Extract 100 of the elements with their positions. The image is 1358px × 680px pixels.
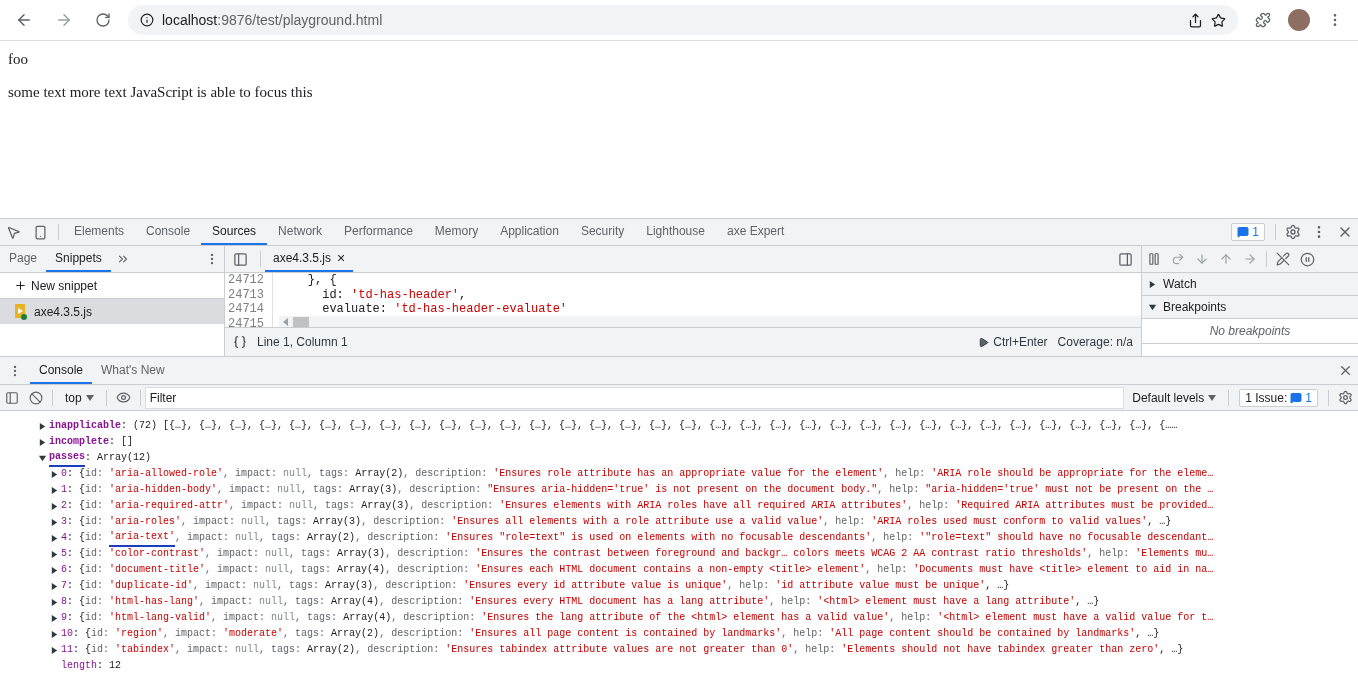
console-text: , …} <box>1159 643 1184 657</box>
string-value: 'color-contrast' <box>109 547 206 561</box>
string-value: 'Ensures every id attribute value is unique' <box>463 579 728 593</box>
bookmark-star-icon[interactable] <box>1211 12 1226 28</box>
console-text: , …} <box>1075 595 1100 609</box>
expand-triangle-icon[interactable] <box>38 437 47 447</box>
context-dropdown[interactable]: top <box>57 390 102 405</box>
expand-triangle-icon[interactable] <box>38 421 47 431</box>
expand-triangle-icon[interactable] <box>1148 302 1157 312</box>
scrollbar-thumb[interactable] <box>293 316 309 327</box>
property-key: , impact: <box>229 498 290 514</box>
console-text: : { <box>67 531 86 545</box>
array-index: 1 <box>61 483 67 497</box>
string-value: '"role=text" should have no focusable descendant… <box>919 531 1214 545</box>
string-value: "Ensures aria-hidden='true' is not present on the document body." <box>487 483 878 497</box>
property-key: , help: <box>781 626 830 642</box>
string-value: 'html-has-lang' <box>109 595 200 609</box>
string-value: 'Ensures role attribute has an appropriate value for the element' <box>493 467 884 481</box>
snippet-item[interactable]: axe4.3.5.js <box>0 299 224 324</box>
issues-badge[interactable]: 1 <box>1231 223 1265 241</box>
avatar[interactable] <box>1288 9 1310 31</box>
property-key: , tags: <box>289 562 338 578</box>
property-name: length <box>61 659 97 673</box>
console-text: : 12 <box>97 659 122 673</box>
dropdown-caret-icon <box>1208 394 1217 401</box>
dropdown-caret-icon <box>85 394 94 401</box>
console-text: Array(3) <box>337 547 386 561</box>
property-key: , tags: <box>313 498 362 514</box>
string-value: 'id attribute value must be unique' <box>775 579 986 593</box>
panel-tab[interactable]: Console <box>135 219 202 245</box>
string-value: 'aria-roles' <box>109 515 182 529</box>
property-key: id: <box>85 578 110 594</box>
play-icon <box>978 336 990 348</box>
property-key: , tags: <box>301 482 350 498</box>
string-value: 'ARIA roles used must conform to valid values' <box>871 515 1148 529</box>
property-key: id: <box>85 530 110 546</box>
console-text: : { <box>73 643 92 657</box>
string-value: 'tabindex' <box>115 643 176 657</box>
string-value: 'html-lang-valid' <box>109 611 212 625</box>
address-path: :9876/test/playground.html <box>217 12 383 28</box>
property-key: , impact: <box>175 530 236 546</box>
console-text: Array(2) <box>355 467 404 481</box>
issues-button[interactable]: 1 Issue: 1 <box>1239 388 1318 407</box>
expand-triangle-icon[interactable] <box>38 453 47 463</box>
drawer-tab[interactable]: What's New <box>92 357 174 384</box>
console-text: }, { <box>306 273 337 287</box>
run-snippet-button[interactable]: Ctrl+Enter <box>978 335 1048 349</box>
panel-tab[interactable]: axe Expert <box>715 219 796 245</box>
address-bar[interactable]: localhost:9876/test/playground.html <box>128 5 1238 35</box>
console-text: : { <box>67 611 86 625</box>
property-key: , description: <box>379 626 470 642</box>
console-text: , …} <box>1135 627 1160 641</box>
panel-tab[interactable]: Network <box>267 219 334 245</box>
empty-message: No breakpoints <box>1142 319 1358 344</box>
string-value: 'region' <box>115 627 164 641</box>
filter-field[interactable]: Filter <box>144 386 1125 409</box>
panel-tab[interactable]: Application <box>489 219 570 245</box>
property-key: , impact: <box>217 482 278 498</box>
section-header[interactable]: Breakpoints <box>1142 296 1358 319</box>
panel-tab[interactable]: Lighthouse <box>635 219 716 245</box>
array-index: 7 <box>61 579 67 593</box>
property-key: , description: <box>355 642 446 658</box>
property-key: , impact: <box>199 594 260 610</box>
levels-dropdown[interactable]: Default levels <box>1124 390 1225 405</box>
string-value: 'aria-allowed-role' <box>109 467 224 481</box>
string-value: 'Ensures every HTML document has a lang attribute' <box>469 595 770 609</box>
panel-tab[interactable]: Performance <box>333 219 424 245</box>
array-index: 5 <box>61 547 67 561</box>
expand-triangle-icon[interactable] <box>1148 279 1157 289</box>
section-header[interactable]: Watch <box>1142 273 1358 296</box>
property-key: , impact: <box>223 466 284 482</box>
string-value: 'Ensures tabindex attribute values are not greater than 0' <box>445 643 794 657</box>
panel-tab[interactable]: Elements <box>63 219 136 245</box>
panel-tab[interactable]: Memory <box>423 219 490 245</box>
string-value: 'aria-text' <box>109 529 176 547</box>
property-key: , help: <box>871 530 920 546</box>
array-index: 4 <box>61 531 67 545</box>
console-text: Array(3) <box>349 483 398 497</box>
property-key: , impact: <box>175 642 236 658</box>
line-number: 24712 <box>227 273 264 288</box>
property-key: , help: <box>1087 546 1136 562</box>
navigator-tab[interactable]: Page <box>0 246 47 272</box>
property-key: , tags: <box>283 594 332 610</box>
console-text: Array(4) <box>331 595 380 609</box>
string-value: 'Documents must have <title> element to aid in na… <box>913 563 1214 577</box>
panel-tab[interactable]: Security <box>569 219 636 245</box>
console-text: Array(3) <box>361 499 410 513</box>
property-key: , tags: <box>259 642 308 658</box>
console-text: : { <box>67 595 86 609</box>
string-value: 'duplicate-id' <box>109 579 194 593</box>
string-value: 'Elements mu… <box>1135 547 1214 561</box>
property-key: , impact: <box>205 562 266 578</box>
share-icon[interactable] <box>1188 12 1203 28</box>
horizontal-scrollbar[interactable] <box>279 316 1141 327</box>
console-text: Array(12) <box>97 451 152 465</box>
console-text: : <box>109 435 117 449</box>
console-text: Array(3) <box>313 515 362 529</box>
property-key: , description: <box>385 546 476 562</box>
pretty-print-icon[interactable] <box>233 335 247 349</box>
console-text: : { <box>67 563 86 577</box>
